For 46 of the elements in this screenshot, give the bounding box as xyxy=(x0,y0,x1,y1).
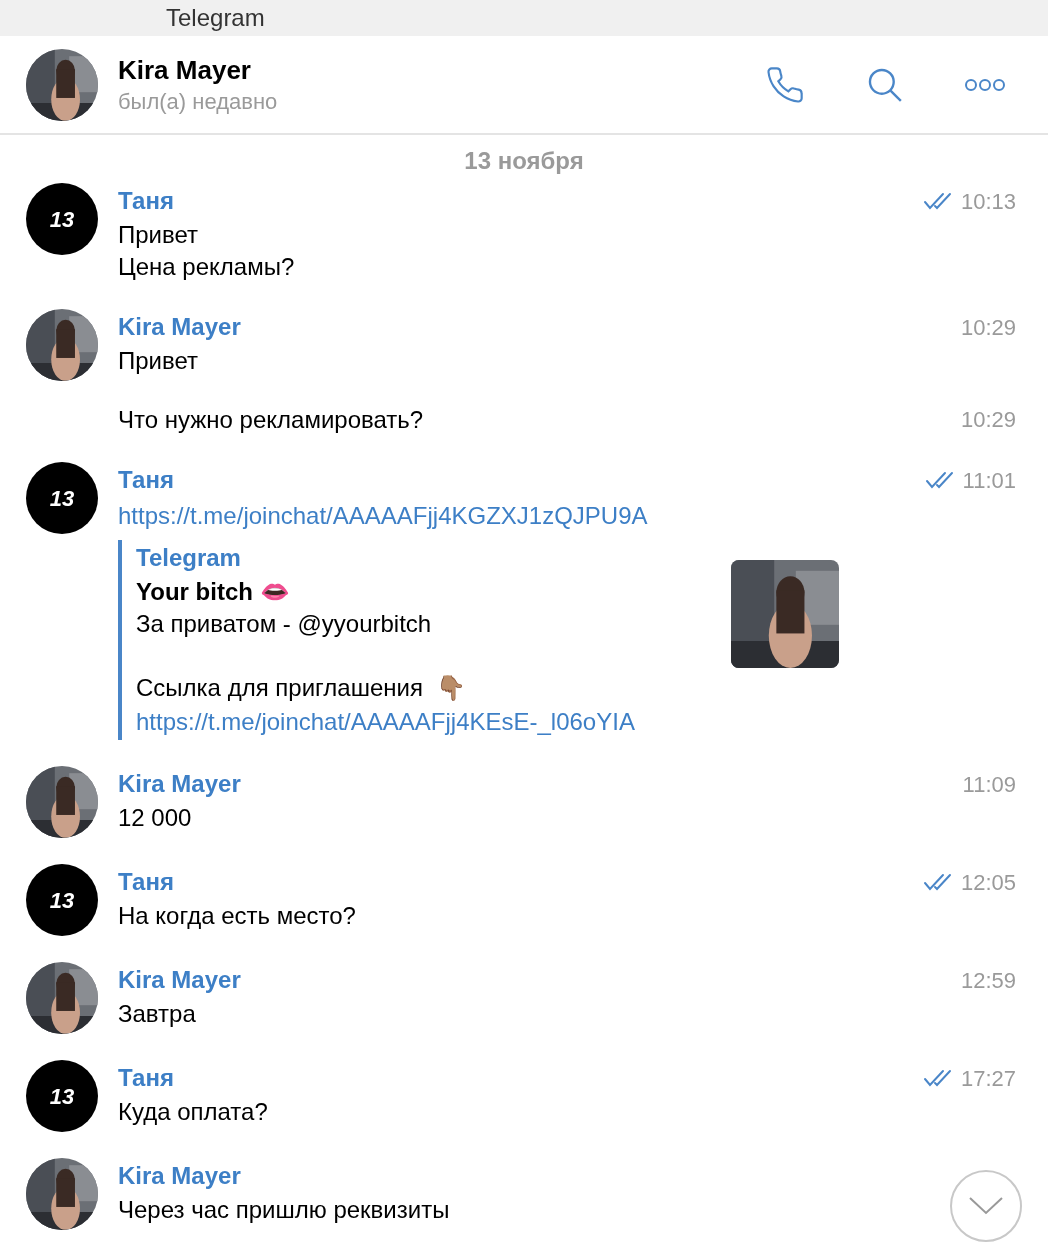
contact-name: Kira Mayer xyxy=(118,53,252,87)
sender-name[interactable]: Kira Mayer xyxy=(118,766,241,802)
message-text: Привет xyxy=(118,220,199,250)
message-time: 10:29 xyxy=(960,406,1016,434)
double-check-icon xyxy=(924,470,955,490)
sender-name[interactable]: Kira Mayer xyxy=(118,1158,241,1194)
avatar[interactable]: 13 xyxy=(26,1060,98,1132)
message-time: 10:29 xyxy=(960,313,1016,342)
phone-icon xyxy=(765,64,805,105)
preview-text: За приватом - @yyourbitch xyxy=(136,609,433,639)
sender-name[interactable]: Таня xyxy=(118,462,174,498)
preview-title: Your bitch 👄 xyxy=(136,577,291,607)
sender-name[interactable]: Таня xyxy=(118,1060,174,1096)
sender-name[interactable]: Таня xyxy=(118,183,174,219)
double-check-icon xyxy=(922,191,953,211)
message-time: 11:09 xyxy=(962,770,1016,799)
preview-site: Telegram xyxy=(136,543,242,573)
message-time: 10:13 xyxy=(960,187,1016,216)
message-time: 17:27 xyxy=(960,1064,1016,1093)
avatar[interactable]: 13 xyxy=(26,462,98,534)
avatar[interactable]: 13 xyxy=(26,864,98,936)
avatar[interactable]: 13 xyxy=(26,183,98,255)
message-text: Что нужно рекламировать? xyxy=(118,404,424,435)
double-check-icon xyxy=(922,872,953,892)
message-text: Куда оплата? xyxy=(118,1097,268,1127)
preview-text: Ссылка для приглашения 👇🏽 xyxy=(136,673,468,703)
message-text: Цена рекламы? xyxy=(118,252,295,282)
contact-status: был(а) недавно xyxy=(118,87,279,116)
more-icon xyxy=(964,77,1006,92)
message-text: Через час пришлю реквизиты xyxy=(118,1195,450,1225)
date-separator: 13 ноября xyxy=(464,146,584,176)
message-text: 12 000 xyxy=(118,803,192,833)
message-link[interactable]: https://t.me/joinchat/AAAAAFjj4KGZXJ1zQJPU9A xyxy=(118,498,648,534)
message-text: На когда есть место? xyxy=(118,901,356,931)
window-title: Telegram xyxy=(166,3,265,33)
chevron-down-icon xyxy=(968,1196,1004,1216)
message-time: 11:01 xyxy=(962,466,1016,495)
message-text: Завтра xyxy=(118,999,196,1029)
sender-name[interactable]: Kira Mayer xyxy=(118,309,241,345)
double-check-icon xyxy=(922,1068,953,1088)
message-time: 12:05 xyxy=(960,868,1016,897)
message-time: 12:59 xyxy=(960,966,1016,995)
preview-link[interactable]: https://t.me/joinchat/AAAAAFjj4KEsE-_l06oYIA xyxy=(136,704,635,740)
message-text: Привет xyxy=(118,346,199,376)
sender-name[interactable]: Таня xyxy=(118,864,174,900)
sender-name[interactable]: Kira Mayer xyxy=(118,962,241,998)
